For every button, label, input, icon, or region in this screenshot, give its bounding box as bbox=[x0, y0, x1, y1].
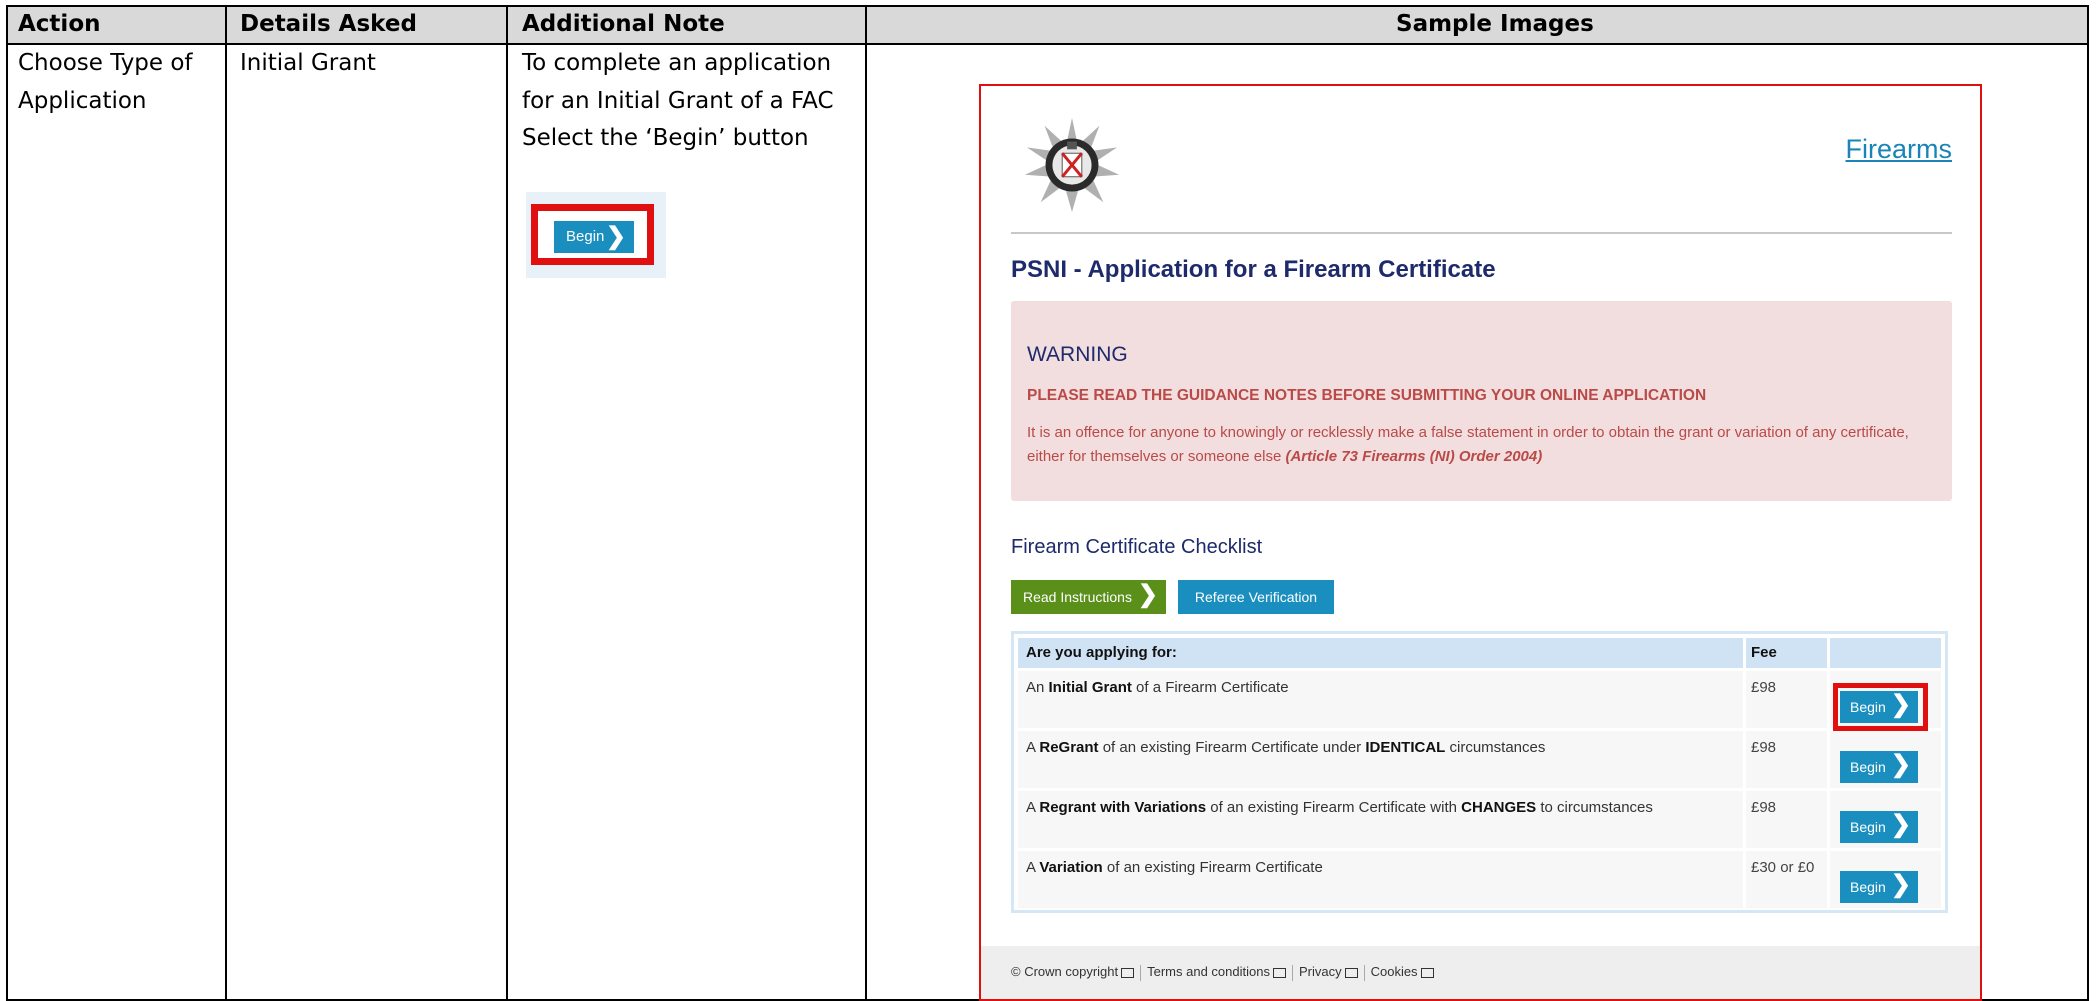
row-description: A ReGrant of an existing Firearm Certifi… bbox=[1026, 739, 1546, 756]
chevron-right-icon: ❯ bbox=[1890, 871, 1911, 898]
table-header-row: Action Details Asked Additional Note Sam… bbox=[8, 7, 2087, 45]
read-instructions-label: Read Instructions bbox=[1023, 589, 1132, 605]
application-page-screenshot: Firearms PSNI - Application for a Firear… bbox=[979, 84, 1982, 1001]
external-link-icon bbox=[1121, 967, 1135, 978]
application-type-grid: Are you applying for: Fee An Initial Gra… bbox=[1011, 631, 1948, 913]
warning-heading: WARNING bbox=[1027, 343, 1128, 366]
row-fee: £30 or £0 bbox=[1751, 859, 1815, 876]
grid-row: A ReGrant of an existing Firearm Certifi… bbox=[1018, 731, 1941, 788]
grid-header-fee: Fee bbox=[1751, 644, 1777, 661]
sample-begin-button: Begin ❯ bbox=[554, 221, 634, 253]
header-action: Action bbox=[18, 11, 101, 37]
chevron-right-icon: ❯ bbox=[1890, 811, 1911, 838]
begin-label: Begin bbox=[1850, 879, 1886, 895]
note-line: To complete an application bbox=[522, 50, 832, 76]
row-fee: £98 bbox=[1751, 679, 1777, 696]
sample-begin-label: Begin bbox=[566, 228, 605, 245]
warning-box: WARNING PLEASE READ THE GUIDANCE NOTES B… bbox=[1011, 301, 1952, 501]
header-sample-images: Sample Images bbox=[1396, 11, 1594, 37]
grid-header: Are you applying for: Fee bbox=[1018, 638, 1941, 668]
footer-copyright[interactable]: © Crown copyright bbox=[1011, 964, 1118, 979]
note-line: for an Initial Grant of a FAC bbox=[522, 87, 834, 114]
note-cell: To complete an application for an Initia… bbox=[522, 45, 834, 158]
grid-column-separator bbox=[1743, 634, 1746, 910]
chevron-right-icon: ❯ bbox=[605, 223, 626, 250]
column-divider bbox=[506, 7, 508, 999]
begin-label: Begin bbox=[1850, 819, 1886, 835]
begin-regrant-variations-button[interactable]: Begin ❯ bbox=[1840, 811, 1918, 843]
chevron-right-icon: ❯ bbox=[1137, 581, 1158, 608]
checklist-title: Firearm Certificate Checklist bbox=[1011, 536, 1263, 558]
footer-terms-link[interactable]: Terms and conditions bbox=[1147, 964, 1270, 979]
warning-citation: (Article 73 Firearms (NI) Order 2004) bbox=[1285, 448, 1543, 465]
psni-badge-icon bbox=[1024, 117, 1120, 213]
external-link-icon bbox=[1344, 967, 1358, 978]
header-divider bbox=[1011, 232, 1952, 234]
highlight-frame: Begin ❯ bbox=[531, 204, 654, 265]
page-title: PSNI - Application for a Firearm Certifi… bbox=[1011, 256, 1496, 283]
row-fee: £98 bbox=[1751, 739, 1777, 756]
action-cell: Choose Type of Application bbox=[18, 45, 193, 120]
footer-privacy-link[interactable]: Privacy bbox=[1299, 964, 1342, 979]
external-link-icon bbox=[1272, 967, 1286, 978]
row-description: A Variation of an existing Firearm Certi… bbox=[1026, 859, 1323, 876]
begin-regrant-button[interactable]: Begin ❯ bbox=[1840, 751, 1918, 783]
row-description: A Regrant with Variations of an existing… bbox=[1026, 799, 1653, 816]
row-fee: £98 bbox=[1751, 799, 1777, 816]
page-footer: © Crown copyright Terms and conditions Pri… bbox=[981, 946, 1980, 999]
grid-row: A Regrant with Variations of an existing… bbox=[1018, 791, 1941, 848]
grid-header-question: Are you applying for: bbox=[1026, 644, 1177, 661]
grid-row: An Initial Grant of a Firearm Certificat… bbox=[1018, 671, 1941, 731]
footer-cookies-link[interactable]: Cookies bbox=[1371, 964, 1418, 979]
action-line: Application bbox=[18, 87, 147, 114]
external-link-icon bbox=[1420, 967, 1434, 978]
column-divider bbox=[865, 7, 867, 999]
header-additional-note: Additional Note bbox=[522, 11, 725, 37]
red-highlight-box bbox=[1833, 683, 1928, 731]
begin-button-sample-image: Begin ❯ bbox=[526, 192, 666, 278]
details-cell: Initial Grant bbox=[240, 50, 376, 76]
warning-body: It is an offence for anyone to knowingly… bbox=[1027, 421, 1927, 469]
begin-label: Begin bbox=[1850, 759, 1886, 775]
read-instructions-button[interactable]: Read Instructions ❯ bbox=[1011, 580, 1166, 614]
grid-column-separator bbox=[1827, 634, 1830, 910]
referee-verification-button[interactable]: Referee Verification bbox=[1178, 580, 1334, 614]
firearms-link[interactable]: Firearms bbox=[1846, 134, 1953, 165]
warning-caps-text: PLEASE READ THE GUIDANCE NOTES BEFORE SU… bbox=[1027, 387, 1707, 404]
action-line: Choose Type of bbox=[18, 50, 193, 76]
row-description: An Initial Grant of a Firearm Certificat… bbox=[1026, 679, 1289, 696]
column-divider bbox=[225, 7, 227, 999]
footer-links: © Crown copyright Terms and conditions Pri… bbox=[1011, 964, 1434, 981]
grid-row: A Variation of an existing Firearm Certi… bbox=[1018, 851, 1941, 908]
note-line: Select the ‘Begin’ button bbox=[522, 125, 809, 151]
chevron-right-icon: ❯ bbox=[1890, 751, 1911, 778]
header-details-asked: Details Asked bbox=[240, 11, 417, 37]
begin-variation-button[interactable]: Begin ❯ bbox=[1840, 871, 1918, 903]
